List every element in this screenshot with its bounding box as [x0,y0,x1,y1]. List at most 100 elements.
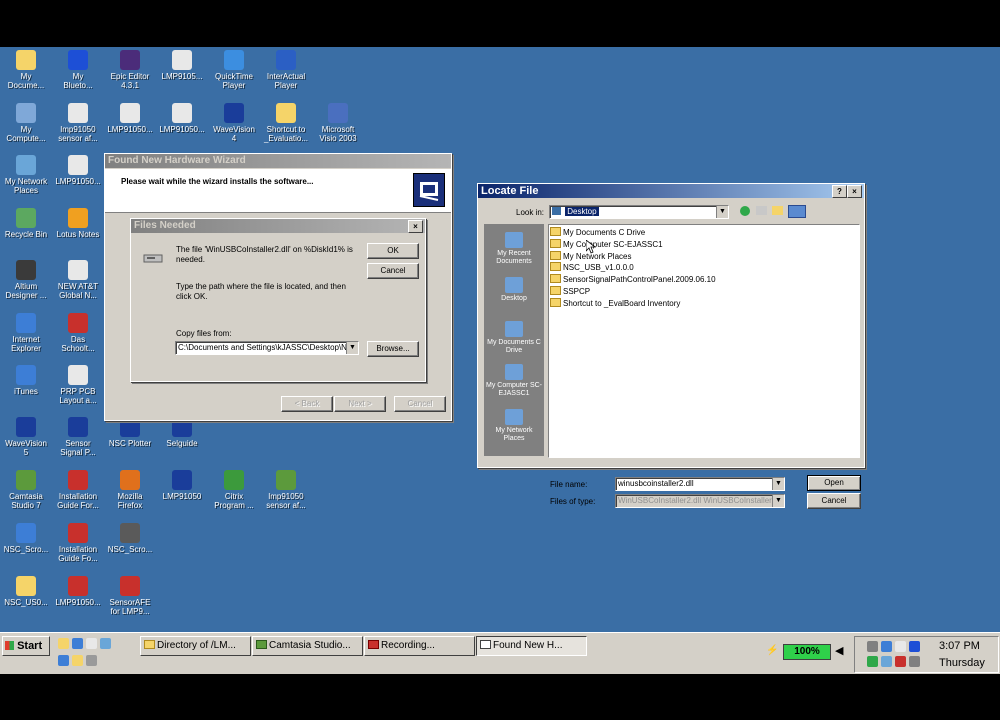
help-icon[interactable]: ? [832,185,847,198]
list-item[interactable]: SensorSignalPathControlPanel.2009.06.10 [550,274,716,285]
desktop-icon[interactable]: NEW AT&T Global N... [52,260,104,300]
taskbar-item-camtasia[interactable]: Camtasia Studio... [252,636,363,656]
tray-icon[interactable] [881,641,892,652]
desktop-icon[interactable]: Recycle Bin [0,208,52,239]
desktop-icon[interactable]: Sensor Signal P... [52,417,104,457]
desktop-icon[interactable]: Altium Designer ... [0,260,52,300]
browse-button[interactable]: Browse... [367,341,419,357]
files-needed-titlebar[interactable]: Files Needed × [131,219,425,233]
close-icon[interactable]: × [847,185,862,198]
desktop-icon[interactable]: Selguide [156,417,208,448]
desktop-icon[interactable]: iTunes [0,365,52,396]
desktop-icon[interactable]: LMP9105... [156,50,208,81]
list-item[interactable]: Shortcut to _EvalBoard Inventory [550,297,680,309]
desktop-icon[interactable]: lmp91050 sensor af... [52,103,104,143]
locate-file-titlebar[interactable]: Locate File ? × [478,184,864,198]
desktop-icon[interactable]: Mozilla Firefox [104,470,156,510]
files-of-type-select[interactable]: WinUSBCoInstaller2.dll WinUSBCoInstaller… [615,494,785,508]
chevron-down-icon[interactable]: ▼ [346,342,358,354]
tray-icon[interactable] [895,656,906,667]
views-menu-icon[interactable] [788,205,806,218]
desktop-icon[interactable]: WaveVision 4 [208,103,260,143]
places-item[interactable]: My Computer SC-EJASSC1 [485,364,543,398]
ok-button[interactable]: OK [367,243,419,259]
desktop-icon[interactable]: Microsoft Visio 2003 [312,103,364,143]
quick-launch-icon[interactable] [86,638,97,649]
desktop-icon[interactable]: NSC_US0... [0,576,52,607]
battery-plug-icon[interactable]: ⚡ [766,645,778,657]
tray-icon[interactable] [881,656,892,667]
taskbar-item-recording[interactable]: Recording... [364,636,475,656]
close-icon[interactable]: × [408,220,423,233]
file-name-input[interactable]: winusbcoinstaller2.dll ▼ [615,477,785,491]
look-in-select[interactable]: Desktop ▼ [549,205,729,219]
desktop-icon[interactable]: PRP PCB Layout a... [52,365,104,405]
files-cancel-button[interactable]: Cancel [367,263,419,279]
desktop-icon[interactable]: LMP91050... [156,103,208,134]
desktop-icon[interactable]: NSC_Scro... [104,523,156,554]
desktop-icon[interactable]: NSC_Scro... [0,523,52,554]
desktop-icon[interactable]: LMP91050 [156,470,208,501]
desktop-icon[interactable]: My Blueto... [52,50,104,90]
places-item[interactable]: My Documents C Drive [485,321,543,355]
desktop-icon[interactable]: lmp91050 sensor af... [260,470,312,510]
desktop-icon[interactable]: WaveVision 5 [0,417,52,457]
desktop-icon[interactable]: Das Schoolt... [52,313,104,353]
desktop-icon[interactable]: SensorAFE for LMP9... [104,576,156,616]
desktop-icon[interactable]: My Network Places [0,155,52,195]
places-item[interactable]: My Recent Documents [485,232,543,266]
taskbar-item-directory[interactable]: Directory of /LM... [140,636,251,656]
tray-icon[interactable] [867,641,878,652]
desktop-icon[interactable]: LMP91050... [104,103,156,134]
desktop-icon[interactable]: InterActual Player [260,50,312,90]
list-item[interactable]: My Documents C Drive [550,227,645,238]
copy-files-input[interactable]: C:\Documents and Settings\kJASSC\Desktop… [175,341,359,355]
chevron-down-icon[interactable]: ▼ [772,478,784,490]
wizard-cancel-button[interactable]: Cancel [394,396,446,412]
quick-launch-icon[interactable] [72,655,83,666]
desktop-icon[interactable]: LMP91050... [52,155,104,186]
clock-time[interactable]: 3:07 PM [939,640,980,652]
places-item[interactable]: My Network Places [485,409,543,443]
desktop-icon[interactable]: Installation Guide For... [52,470,104,510]
desktop-icon[interactable]: Camtasia Studio 7 [0,470,52,510]
back-button[interactable]: < Back [281,396,333,412]
desktop-icon[interactable]: Installation Guide Fo... [52,523,104,563]
desktop-icon[interactable]: Epic Editor 4.3.1 [104,50,156,90]
desktop-icon[interactable]: Lotus Notes [52,208,104,239]
open-button[interactable]: Open [807,475,861,491]
start-button[interactable]: Start [2,636,50,656]
tray-icon[interactable] [867,656,878,667]
up-folder-icon[interactable] [756,206,767,215]
speaker-icon[interactable]: ◀ [835,644,843,657]
new-folder-icon[interactable] [772,206,783,215]
desktop-icon[interactable]: NSC Plotter [104,417,156,448]
list-item[interactable]: SSPCP [550,286,590,297]
bluetooth-icon[interactable] [909,641,920,652]
locate-cancel-button[interactable]: Cancel [807,493,861,509]
tray-icon[interactable] [909,656,920,667]
chevron-down-icon[interactable]: ▼ [716,206,728,218]
taskbar-item-found-new-hardware[interactable]: Found New H... [476,636,587,656]
desktop-icon[interactable]: LMP91050... [52,576,104,607]
quick-launch-icon[interactable] [100,638,111,649]
list-item[interactable]: My Computer SC-EJASSC1 [550,238,663,250]
wizard-titlebar[interactable]: Found New Hardware Wizard [105,154,451,168]
quick-launch-icon[interactable] [58,638,69,649]
desktop-icon[interactable]: Internet Explorer [0,313,52,353]
places-item[interactable]: Desktop [485,277,543,303]
back-arrow-icon[interactable] [740,206,750,216]
next-button[interactable]: Next > [334,396,386,412]
quick-launch-icon[interactable] [58,655,69,666]
desktop-icon[interactable]: My Docume... [0,50,52,90]
tray-icon[interactable] [895,641,906,652]
desktop-icon[interactable]: My Compute... [0,103,52,143]
desktop-icon[interactable]: QuickTime Player [208,50,260,90]
chevron-down-icon[interactable]: ▼ [772,495,784,507]
desktop-icon[interactable]: Citrix Program ... [208,470,260,510]
list-item[interactable]: NSC_USB_v1.0.0.0 [550,262,634,273]
quick-launch-icon[interactable] [86,655,97,666]
desktop-icon[interactable]: Shortcut to _Evaluatio... [260,103,312,143]
clock-day[interactable]: Thursday [939,657,985,669]
battery-meter[interactable]: 100% [783,644,831,660]
